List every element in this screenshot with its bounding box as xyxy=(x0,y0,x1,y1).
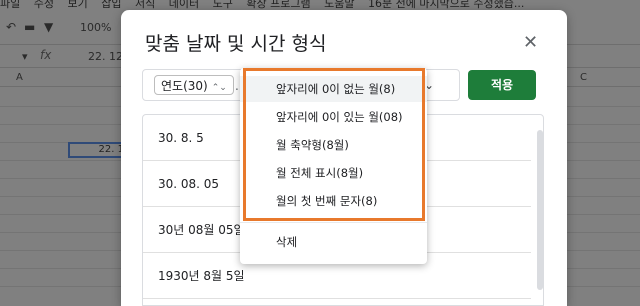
fx-icon: fx xyxy=(40,48,52,62)
year-chip-label: 연도(30) xyxy=(161,79,208,93)
list-scrollbar[interactable] xyxy=(537,130,543,290)
print-icon[interactable]: ▬ xyxy=(24,20,35,34)
menu-item-delete[interactable]: 삭제 xyxy=(240,229,427,255)
column-a-header[interactable]: A xyxy=(16,72,23,83)
column-c-header[interactable]: C xyxy=(580,72,587,83)
name-box-arrow-icon[interactable]: ▾ xyxy=(22,50,28,63)
selected-cell[interactable]: 22. 1 xyxy=(68,142,128,158)
year-format-chip[interactable]: 연도(30) ⌃⌄ xyxy=(154,75,234,95)
menu-help[interactable]: 도움말 xyxy=(324,0,354,10)
menu-extensions[interactable]: 확장 프로그램 xyxy=(246,0,310,10)
separator-text[interactable]: . xyxy=(235,79,239,93)
chip-stepper-icon[interactable]: ⌃⌄ xyxy=(212,83,227,93)
menu-data[interactable]: 데이터 xyxy=(169,0,199,10)
highlight-callout-box xyxy=(243,68,425,221)
dialog-title: 맞춤 날짜 및 시간 형식 xyxy=(145,33,327,55)
paint-format-icon[interactable]: ▼ xyxy=(44,20,53,34)
menu-divider xyxy=(240,222,427,223)
close-icon[interactable]: ✕ xyxy=(523,32,538,53)
menu-insert[interactable]: 삽입 xyxy=(101,0,121,10)
menu-tools[interactable]: 도구 xyxy=(213,0,233,10)
menu-edit[interactable]: 수정 xyxy=(34,0,54,10)
undo-icon[interactable]: ↶ xyxy=(6,20,16,34)
menu-view[interactable]: 보기 xyxy=(68,0,88,10)
menu-file[interactable]: 파일 xyxy=(0,0,20,10)
zoom-select[interactable]: 100% xyxy=(80,21,111,34)
apply-button[interactable]: 적용 xyxy=(468,70,536,100)
menu-format[interactable]: 서식 xyxy=(135,0,155,10)
last-edit-text[interactable]: 16분 전에 마지막으로 수정했습... xyxy=(368,0,524,10)
